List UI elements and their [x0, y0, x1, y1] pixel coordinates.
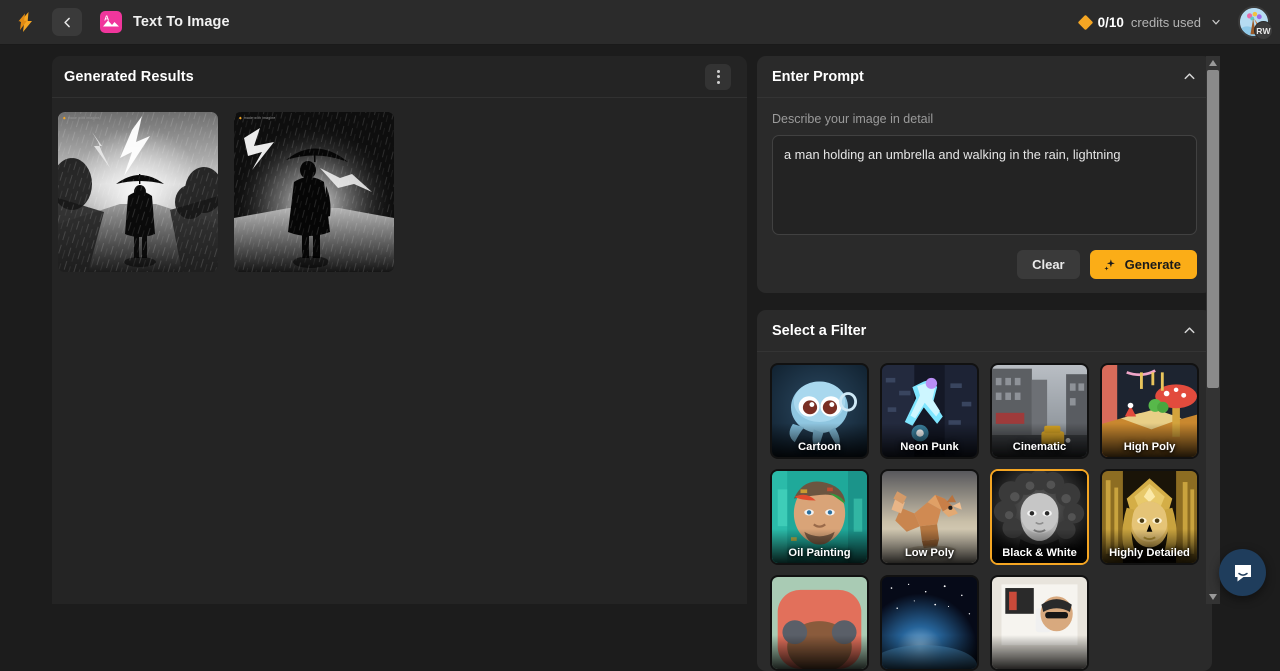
page-scrollbar[interactable]: [1206, 56, 1220, 604]
chevron-up-icon[interactable]: [1182, 69, 1197, 84]
filter-tile-highly-detailed[interactable]: Highly Detailed: [1100, 469, 1199, 565]
filter-thumbnail: [992, 471, 1087, 563]
credits-count: 0/10: [1097, 14, 1124, 30]
filter-thumbnail: [992, 365, 1087, 457]
result-image-2-art: [234, 112, 394, 272]
svg-text:A: A: [104, 16, 109, 23]
scroll-up-arrow-icon[interactable]: [1206, 56, 1220, 70]
generated-results-panel: Generated Results ◆ made with imagine ◆ …: [52, 56, 747, 604]
filter-thumbnail: [992, 577, 1087, 669]
filter-tile-neon-punk[interactable]: Neon Punk: [880, 363, 979, 459]
chevron-down-icon: [1212, 19, 1220, 25]
generate-button[interactable]: Generate: [1089, 250, 1197, 279]
filter-thumbnail: [882, 365, 977, 457]
select-filter-card: Select a Filter Cartoon Neon Punk Cinema…: [757, 310, 1212, 671]
filter-tile-low-poly[interactable]: Low Poly: [880, 469, 979, 565]
filter-thumbnail: [772, 577, 867, 669]
lightning-logo-icon[interactable]: [14, 10, 38, 34]
prompt-actions: Clear Generate: [772, 250, 1197, 279]
filter-thumbnail: [882, 577, 977, 669]
enter-prompt-card: Enter Prompt Describe your image in deta…: [757, 56, 1212, 293]
credits-label: credits used: [1130, 14, 1201, 30]
filter-thumbnail: [772, 471, 867, 563]
avatar-initials-badge: RW: [1254, 21, 1273, 40]
clear-button[interactable]: Clear: [1017, 250, 1080, 279]
select-filter-title: Select a Filter: [772, 322, 867, 339]
page-title: Text To Image: [133, 14, 230, 30]
enter-prompt-header[interactable]: Enter Prompt: [757, 56, 1212, 98]
chat-bubble-icon: [1234, 564, 1251, 581]
filter-tile-partial-8[interactable]: [770, 575, 869, 671]
sparkle-icon: [1104, 258, 1115, 271]
filter-thumbnail: [1102, 471, 1197, 563]
top-bar-right: 0/10 credits used RW: [1077, 6, 1273, 40]
filter-thumbnail: [882, 471, 977, 563]
enter-prompt-body: Describe your image in detail Clear Gene…: [757, 98, 1212, 293]
filter-tile-partial-10[interactable]: [990, 575, 1089, 671]
enter-prompt-title: Enter Prompt: [772, 68, 864, 85]
result-image-1[interactable]: ◆ made with imagine: [58, 112, 218, 272]
avatar[interactable]: RW: [1238, 6, 1273, 40]
filter-tile-partial-9[interactable]: [880, 575, 979, 671]
prompt-field-label: Describe your image in detail: [772, 112, 934, 126]
credits-menu[interactable]: 0/10 credits used: [1077, 14, 1226, 30]
filter-grid: Cartoon Neon Punk Cinematic High Poly Oi…: [757, 352, 1212, 671]
scroll-down-arrow-icon[interactable]: [1206, 590, 1220, 604]
filter-tile-cinematic[interactable]: Cinematic: [990, 363, 1089, 459]
image-text-icon: A: [100, 11, 122, 33]
results-header: Generated Results: [52, 56, 747, 98]
chevron-left-icon: [63, 17, 70, 27]
diamond-icon: [1077, 14, 1093, 30]
filter-thumbnail: [772, 365, 867, 457]
results-title: Generated Results: [64, 68, 194, 85]
scrollbar-thumb[interactable]: [1207, 70, 1219, 388]
chat-support-button[interactable]: [1219, 549, 1266, 596]
back-button[interactable]: [52, 8, 82, 36]
kebab-menu-icon[interactable]: [705, 63, 731, 90]
filter-tile-cartoon[interactable]: Cartoon: [770, 363, 869, 459]
main-stage: Generated Results ◆ made with imagine ◆ …: [0, 45, 1280, 671]
chevron-up-icon[interactable]: [1182, 323, 1197, 338]
filter-tile-oil-painting[interactable]: Oil Painting: [770, 469, 869, 565]
right-column: Enter Prompt Describe your image in deta…: [757, 56, 1212, 671]
result-image-2[interactable]: ◆ made with imagine: [234, 112, 394, 272]
filter-tile-black-white[interactable]: Black & White: [990, 469, 1089, 565]
filter-tile-high-poly[interactable]: High Poly: [1100, 363, 1199, 459]
result-image-1-art: [58, 112, 218, 272]
select-filter-header[interactable]: Select a Filter: [757, 310, 1212, 352]
prompt-input[interactable]: [772, 135, 1197, 235]
top-bar: A Text To Image 0/10 credits used RW: [0, 0, 1280, 45]
generate-label: Generate: [1124, 257, 1181, 272]
filter-thumbnail: [1102, 365, 1197, 457]
results-grid: ◆ made with imagine ◆ made with imagine: [52, 98, 747, 272]
